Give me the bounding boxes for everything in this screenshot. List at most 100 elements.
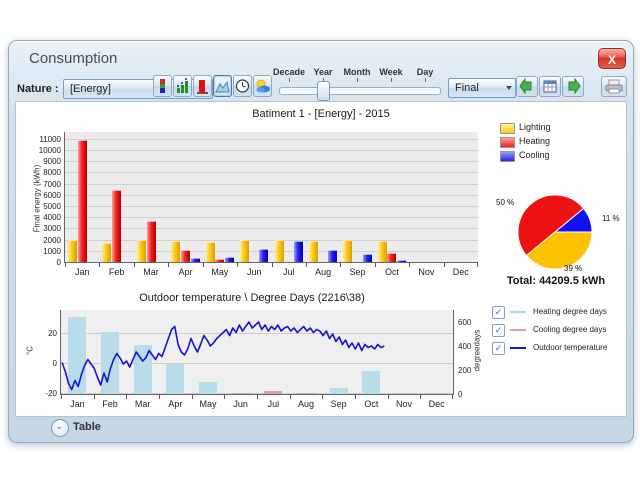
slider-tick [391,78,392,82]
table-expander-button[interactable]: ⌄ [51,419,69,437]
right-axis-tick-label: 600 [458,318,471,327]
bar-cooling-oct [397,260,406,262]
x-axis-label: Aug [306,267,340,277]
previous-period-button[interactable] [516,76,538,97]
y-axis-tick-label: 4000 [29,213,61,222]
legend2-item-0: ✓Heating degree days [492,306,624,320]
bar-lighting-apr [171,241,180,262]
bar-lighting-may [206,242,215,262]
x-axis-tick [126,395,127,399]
calendar-button[interactable] [539,76,561,97]
x-axis-tick [99,263,100,267]
right-axis-tick-label: 200 [458,366,471,375]
x-axis-tick [94,395,95,399]
x-axis-tick [409,263,410,267]
chart2-title: Outdoor temperature \ Degree Days (2216\… [16,292,488,304]
bar-cooling-jun [259,249,268,262]
x-axis-tick [134,263,135,267]
x-axis-label: May [203,267,237,277]
print-button[interactable] [601,76,627,97]
next-period-button[interactable] [562,76,584,97]
y-axis-tick-label: 3000 [29,224,61,233]
chevron-down-icon: ⌄ [55,421,63,432]
pie-label-heating: 50 % [496,198,514,207]
slider-tick [357,78,358,82]
gridline [65,240,478,241]
legend-label: Cooling [519,150,550,160]
x-axis-tick [290,395,291,399]
gridline [65,172,478,173]
charts-panel: Batiment 1 - [Energy] - 2015 Final energ… [15,101,627,417]
legend-item-heating: Heating [500,136,620,148]
slider-label-day: Day [395,67,455,77]
calendar-icon [540,77,560,96]
x-axis-label: Dec [420,399,453,409]
bar-lighting-feb [102,243,111,262]
legend2-item-1: ✓Cooling degree days [492,324,624,338]
legend-swatch [500,123,515,134]
legend-swatch [500,137,515,148]
x-axis-label: Nov [409,267,443,277]
left-axis-tick-label: 0 [25,359,57,368]
y-axis-tick-label: 1000 [29,247,61,256]
y-axis-tick-label: 5000 [29,202,61,211]
gridline [65,150,478,151]
chevron-down-icon [506,86,512,90]
x-axis-label: Oct [375,267,409,277]
window-title: Consumption [29,50,117,67]
arrow-left-icon [517,77,537,96]
bar-lighting-jun [240,240,249,262]
legend-line-sample [510,311,526,313]
x-axis-label: Feb [99,267,133,277]
bar-heating-oct [387,253,396,262]
time-scale-slider-track[interactable] [279,87,441,95]
chart1-title: Batiment 1 - [Energy] - 2015 [16,108,626,120]
table-section-label: Table [73,421,101,433]
x-axis-tick [388,395,389,399]
x-axis-tick [306,263,307,267]
gridline [65,161,478,162]
x-axis-tick [237,263,238,267]
x-axis-tick [452,395,453,399]
bar-lighting-aug [309,241,318,262]
chart2-plot-area: 200-206004002000JanFebMarAprMayJunJulAug… [60,310,454,395]
right-axis-tick-label: 0 [458,390,462,399]
y-axis-tick-label: 2000 [29,236,61,245]
bar-cooling-jul [294,241,303,262]
slider-tick [289,78,290,82]
bar-cooling-may [225,257,234,262]
bar-heating-jan [78,140,87,262]
x-axis-label: Jun [224,399,257,409]
bar-heating-mar [147,221,156,262]
close-button[interactable]: X [598,48,626,69]
legend-checkbox[interactable]: ✓ [492,324,505,337]
gridline [65,206,478,207]
x-axis-label: Jul [257,399,290,409]
x-axis-label: Feb [94,399,127,409]
y-axis-tick-label: 9000 [29,157,61,166]
pie-label-lighting: 39 % [564,264,582,273]
x-axis-tick [375,263,376,267]
x-axis-label: Jan [65,267,99,277]
chart1-legend: LightingHeatingCooling [500,122,620,170]
x-axis-label: Jun [237,267,271,277]
x-axis-label: Apr [159,399,192,409]
printer-icon [602,77,626,96]
y-axis-tick-label: 8000 [29,168,61,177]
y-axis-tick-label: 7000 [29,180,61,189]
gridline [65,195,478,196]
time-scale-slider-thumb[interactable] [317,81,330,101]
left-axis-tick-label: 20 [25,329,57,338]
slider-scale-labels: DecadeYearMonthWeekDay [9,67,479,85]
legend-checkbox[interactable]: ✓ [492,342,505,355]
pie-total-label: Total: 44209.5 kWh [486,275,626,287]
x-axis-tick [444,263,445,267]
x-axis-tick [168,263,169,267]
bar-lighting-oct [378,241,387,262]
bar-lighting-jan [68,240,77,262]
consumption-window: Consumption X Nature : [Energy] [8,40,634,443]
x-axis-tick [65,263,66,267]
y-axis-tick-label: 6000 [29,191,61,200]
unit-dropdown[interactable]: Final energy [448,78,516,98]
legend-checkbox[interactable]: ✓ [492,306,505,319]
